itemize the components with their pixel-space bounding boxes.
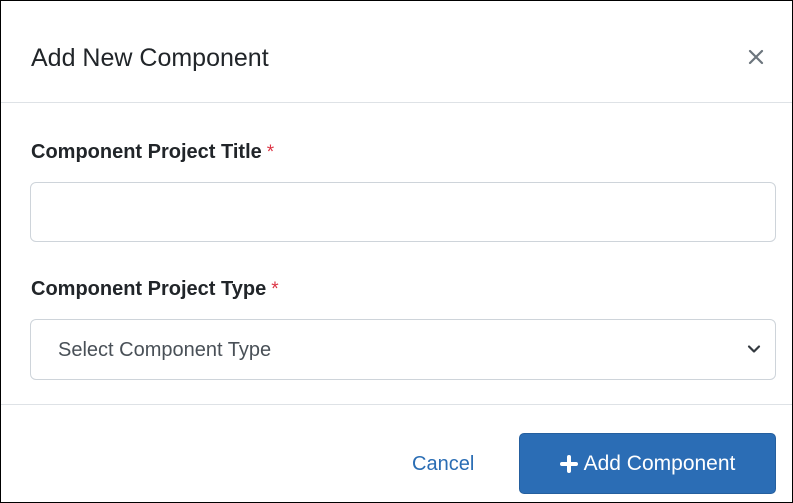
close-icon xyxy=(748,49,764,65)
component-title-label: Component Project Title * xyxy=(31,139,274,166)
cancel-button[interactable]: Cancel xyxy=(412,451,474,477)
chevron-down-icon xyxy=(747,342,761,361)
add-component-button[interactable]: Add Component xyxy=(519,433,776,494)
component-type-select[interactable]: Select Component Type xyxy=(30,319,776,380)
dialog-footer: Cancel Add Component xyxy=(1,405,792,502)
required-marker: * xyxy=(266,142,275,163)
required-marker: * xyxy=(271,279,279,300)
dialog-header: Add New Component xyxy=(1,1,792,103)
dialog-body: Component Project Title * Component Proje… xyxy=(1,103,792,405)
add-component-dialog: Add New Component Component Project Titl… xyxy=(0,0,793,503)
component-type-label: Component Project Type * xyxy=(31,276,279,303)
component-type-selected-value: Select Component Type xyxy=(58,339,272,361)
component-type-label-text: Component Project Type xyxy=(31,278,267,300)
component-title-input[interactable] xyxy=(30,182,776,242)
plus-icon xyxy=(559,454,578,473)
close-button[interactable] xyxy=(738,39,774,75)
component-title-label-text: Component Project Title xyxy=(31,141,262,163)
add-component-button-label: Add Component xyxy=(583,451,736,475)
dialog-title: Add New Component xyxy=(31,44,269,72)
